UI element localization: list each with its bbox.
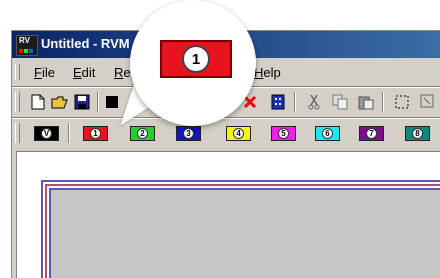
zoom-icon[interactable] <box>418 92 438 112</box>
layer-button-7[interactable]: 7 <box>359 126 384 141</box>
document-client-area[interactable] <box>16 151 440 278</box>
toolbar-grip[interactable] <box>15 92 20 112</box>
menu-edit[interactable]: Edit <box>73 65 95 80</box>
grid-icon[interactable] <box>268 92 288 112</box>
menu-file[interactable]: File <box>34 65 55 80</box>
layer-toolbar: V 1 2 3 4 5 6 7 8 <box>12 119 440 147</box>
board-canvas[interactable] <box>49 188 440 278</box>
menu-grip[interactable] <box>15 64 20 80</box>
layer-button-8[interactable]: 8 <box>405 126 430 141</box>
callout-layer-button-1: 1 <box>160 40 232 78</box>
new-file-icon[interactable] <box>28 92 48 112</box>
board-frame <box>41 180 440 278</box>
save-icon[interactable] <box>72 92 92 112</box>
cut-icon[interactable] <box>304 92 324 112</box>
layer-button-5[interactable]: 5 <box>271 126 296 141</box>
select-rect-icon[interactable] <box>392 92 412 112</box>
layer-button-1[interactable]: 1 <box>83 126 108 141</box>
layer-button-v[interactable]: V <box>34 126 59 141</box>
menu-help[interactable]: Help <box>254 65 281 80</box>
layer-button-6[interactable]: 6 <box>315 126 340 141</box>
layer-button-3[interactable]: 3 <box>176 126 201 141</box>
open-folder-icon[interactable] <box>50 92 70 112</box>
copy-icon[interactable] <box>330 92 350 112</box>
layer-button-4[interactable]: 4 <box>226 126 251 141</box>
rvm-app-icon[interactable]: RV <box>16 35 38 56</box>
toolbar-grip[interactable] <box>15 123 20 143</box>
window-title: Untitled - RVM <box>41 36 130 51</box>
paste-icon[interactable] <box>356 92 376 112</box>
